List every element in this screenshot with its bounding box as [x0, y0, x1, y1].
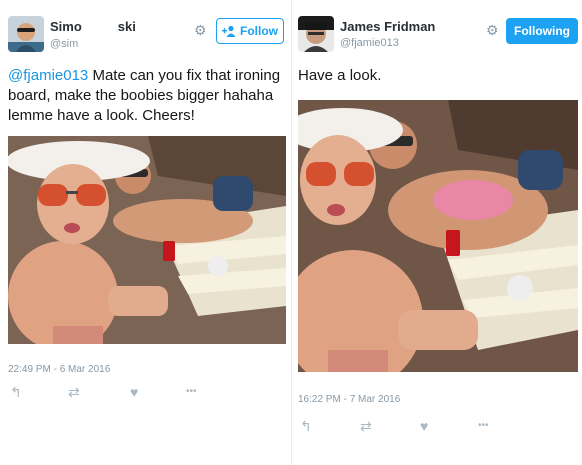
more-icon[interactable]: ••• [478, 418, 489, 434]
tweet-actions: ↰ ⇄ ♥ ••• [8, 384, 286, 400]
tweet-text: Have a look. [298, 67, 382, 84]
right-tweet: James Fridman @fjamie013 ⚙ Following Hav… [292, 0, 582, 465]
tweet-header: Simo ski @sim ⚙ Follow [0, 14, 291, 54]
avatar[interactable] [298, 16, 334, 52]
follow-button[interactable]: Follow [216, 18, 284, 44]
censor-block [81, 19, 118, 31]
retweet-icon[interactable]: ⇄ [68, 384, 80, 400]
more-icon[interactable]: ••• [186, 384, 197, 400]
tweet-photo[interactable] [8, 136, 286, 344]
reply-icon[interactable]: ↰ [300, 418, 312, 434]
gear-icon[interactable]: ⚙ [194, 23, 207, 37]
display-name[interactable]: James Fridman [340, 19, 435, 34]
censor-block [78, 37, 117, 47]
left-tweet: Simo ski @sim ⚙ Follow @fjamie013 Mate ca… [0, 0, 291, 465]
tweet-actions: ↰ ⇄ ♥ ••• [298, 418, 578, 434]
tweet-photo[interactable] [298, 100, 578, 372]
add-user-icon [222, 25, 236, 37]
follow-label: Follow [240, 24, 278, 38]
retweet-icon[interactable]: ⇄ [360, 418, 372, 434]
tweet-text: @fjamie013 Mate can you fix that ironing… [8, 66, 286, 126]
handle[interactable]: @sim [50, 37, 117, 50]
following-label: Following [514, 24, 570, 38]
avatar-image [298, 16, 334, 52]
avatar-image [8, 16, 44, 52]
photo-image [298, 100, 578, 372]
tweet-header: James Fridman @fjamie013 ⚙ Following [292, 14, 582, 54]
handle[interactable]: @fjamie013 [340, 37, 399, 49]
display-name[interactable]: Simo ski [50, 19, 136, 34]
timestamp[interactable]: 16:22 PM - 7 Mar 2016 [298, 394, 400, 405]
like-icon[interactable]: ♥ [420, 418, 428, 434]
handle-text: @sim [50, 38, 79, 50]
display-name-end: ski [117, 19, 136, 34]
reply-icon[interactable]: ↰ [10, 384, 22, 400]
avatar[interactable] [8, 16, 44, 52]
like-icon[interactable]: ♥ [130, 384, 138, 400]
timestamp[interactable]: 22:49 PM - 6 Mar 2016 [8, 364, 110, 375]
photo-image [8, 136, 286, 344]
gear-icon[interactable]: ⚙ [486, 23, 499, 37]
mention-link[interactable]: @fjamie013 [8, 67, 88, 84]
following-button[interactable]: Following [506, 18, 578, 44]
display-name-start: Simo [50, 19, 82, 34]
